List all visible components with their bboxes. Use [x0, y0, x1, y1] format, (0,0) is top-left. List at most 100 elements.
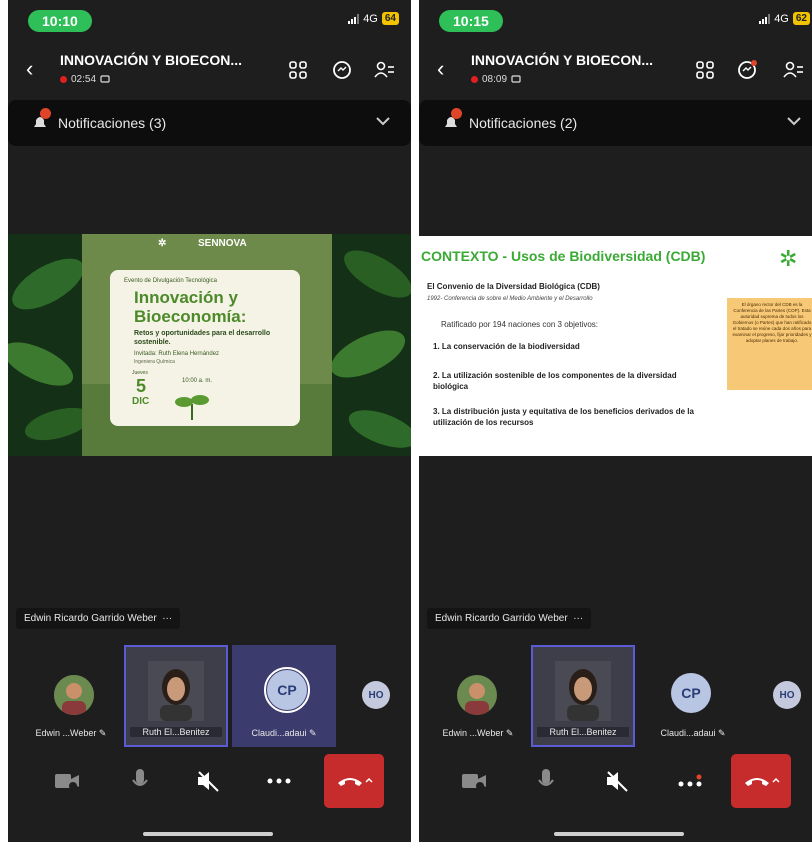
- participant-name: Edwin ...Weber ✎: [442, 728, 514, 738]
- avatar: HO: [362, 681, 390, 709]
- slide-heading: CONTEXTO - Usos de Biodiversidad (CDB): [421, 248, 706, 264]
- slide-item: 1. La conservación de la biodiversidad: [433, 342, 580, 351]
- participant-tile-active[interactable]: Ruth El...Benitez: [531, 645, 635, 747]
- slide-note: 1992- Conferencia de sobre el Medio Ambi…: [427, 296, 593, 302]
- recording-dot-icon: [60, 76, 67, 83]
- battery-icon: 64: [381, 12, 399, 25]
- chevron-down-icon[interactable]: [786, 114, 802, 132]
- info-box: El órgano rector del CDB es la Conferenc…: [727, 298, 812, 390]
- chevron-down-icon[interactable]: [375, 114, 391, 132]
- participants-icon[interactable]: [372, 58, 396, 82]
- poster-title-1: Innovación y: [134, 288, 238, 307]
- speaker-muted-icon[interactable]: [194, 766, 224, 796]
- poster-title-2: Bioeconomía:: [134, 307, 247, 326]
- status-bar: 10:10 4G 64: [8, 8, 411, 34]
- notifications-bar[interactable]: Notificaciones (3): [8, 100, 411, 146]
- hang-up-icon: [745, 777, 780, 786]
- participant-tile[interactable]: CP Claudi...adaui ✎: [232, 645, 336, 747]
- participant-tile[interactable]: HO: [759, 645, 812, 747]
- meeting-header: ‹ INNOVACIÓN Y BIOECON... 08:09: [419, 46, 812, 94]
- status-indicators: 4G 62: [759, 12, 810, 25]
- back-icon[interactable]: ‹: [26, 56, 33, 82]
- active-speaker-label: Edwin Ricardo Garrido Weber ···: [16, 608, 181, 629]
- poster-card: Evento de Divulgación Tecnológica Innova…: [110, 270, 300, 426]
- more-options-icon[interactable]: [264, 766, 294, 796]
- notifications-label: Notificaciones (2): [469, 115, 578, 131]
- phone-screen-right: 10:15 4G 62 ‹ INNOVACIÓN Y BIOECON... 08…: [419, 0, 812, 842]
- chat-icon[interactable]: [735, 58, 759, 82]
- poster-speaker-role: Ingeniera Química: [134, 359, 175, 365]
- hang-up-icon: [338, 777, 373, 786]
- poster-day: 5: [136, 376, 147, 396]
- slide-item: 2. La utilización sostenible de los comp…: [433, 371, 677, 391]
- event-label: Evento de Divulgación Tecnológica: [124, 278, 217, 284]
- avatar-initials: CP: [671, 673, 711, 713]
- recording-indicator: 08:09: [471, 74, 521, 85]
- participant-name: Ruth El...Benitez: [537, 727, 629, 737]
- microphone-icon[interactable]: [531, 766, 561, 796]
- status-bar: 10:15 4G 62: [419, 8, 812, 34]
- camera-off-icon[interactable]: [52, 766, 82, 796]
- avatar: [54, 675, 94, 715]
- signal-icon: [759, 13, 771, 24]
- avatar: CP: [264, 667, 310, 713]
- chat-icon[interactable]: [330, 58, 354, 82]
- meeting-timer: 08:09: [482, 74, 508, 85]
- avatar-initials: HO: [362, 681, 390, 709]
- status-time: 10:10: [28, 10, 92, 32]
- participant-tile[interactable]: HO: [348, 645, 408, 747]
- poster-time: 10:00 a. m.: [182, 378, 213, 384]
- recording-indicator: 02:54: [60, 74, 110, 85]
- poster-month: DIC: [132, 396, 150, 407]
- notification-badge: [451, 108, 462, 119]
- participant-tile[interactable]: CP Claudi...adaui ✎: [641, 645, 745, 747]
- participant-name: Claudi...adaui ✎: [251, 728, 317, 738]
- camera-off-icon[interactable]: [459, 766, 489, 796]
- call-controls: [419, 752, 812, 812]
- status-indicators: 4G 64: [348, 12, 399, 25]
- back-icon[interactable]: ‹: [437, 56, 444, 82]
- avatar: HO: [773, 681, 801, 709]
- participant-strip: Edwin ...Weber ✎ Ruth El...Benitez CP Cl…: [419, 645, 812, 747]
- participant-tile[interactable]: Edwin ...Weber ✎: [423, 645, 533, 747]
- participants-icon[interactable]: [781, 58, 805, 82]
- participant-video: [555, 661, 611, 721]
- avatar-initials: HO: [773, 681, 801, 709]
- avatar: CP: [671, 673, 711, 713]
- more-options-icon[interactable]: [675, 766, 705, 796]
- participant-name: Ruth El...Benitez: [130, 727, 222, 737]
- end-call-button[interactable]: [324, 754, 384, 808]
- active-speaker-label: Edwin Ricardo Garrido Weber ···: [427, 608, 592, 629]
- shared-screen: CONTEXTO - Usos de Biodiversidad (CDB) ✲…: [419, 236, 812, 456]
- participant-name: Edwin ...Weber ✎: [35, 728, 107, 738]
- poster-speaker: Invitada: Ruth Elena Hernández: [134, 351, 220, 357]
- end-call-button[interactable]: [731, 754, 791, 808]
- notification-badge: [40, 108, 51, 119]
- participant-tile[interactable]: Edwin ...Weber ✎: [16, 645, 126, 747]
- slide-intro: Ratificado por 194 naciones con 3 objeti…: [441, 320, 598, 329]
- network-type: 4G: [774, 12, 789, 25]
- sena-logo: ✲: [158, 238, 167, 249]
- shield-icon: [100, 75, 110, 83]
- avatar: [457, 675, 497, 715]
- sena-logo: ✲: [779, 246, 798, 271]
- network-type: 4G: [363, 12, 378, 25]
- participant-name: Claudi...adaui ✎: [660, 728, 726, 738]
- shared-screen: ✲ SENNOVA Evento de Divulgación Tecnológ…: [8, 234, 411, 456]
- call-controls: [8, 752, 411, 812]
- participant-tile-active[interactable]: Ruth El...Benitez: [124, 645, 228, 747]
- home-indicator: [554, 832, 684, 836]
- speaker-muted-icon[interactable]: [603, 766, 633, 796]
- avatar-initials: CP: [267, 670, 307, 710]
- grid-view-icon[interactable]: [286, 58, 310, 82]
- meeting-header: ‹ INNOVACIÓN Y BIOECON... 02:54: [8, 46, 411, 94]
- shield-icon: [511, 75, 521, 83]
- grid-view-icon[interactable]: [693, 58, 717, 82]
- brand-label: SENNOVA: [198, 238, 247, 249]
- microphone-icon[interactable]: [125, 766, 155, 796]
- sprout-image: [170, 390, 214, 420]
- notifications-bar[interactable]: Notificaciones (2): [419, 100, 812, 146]
- notifications-label: Notificaciones (3): [58, 115, 167, 131]
- phone-screen-left: 10:10 4G 64 ‹ INNOVACIÓN Y BIOECON... 02…: [8, 0, 411, 842]
- battery-icon: 62: [792, 12, 810, 25]
